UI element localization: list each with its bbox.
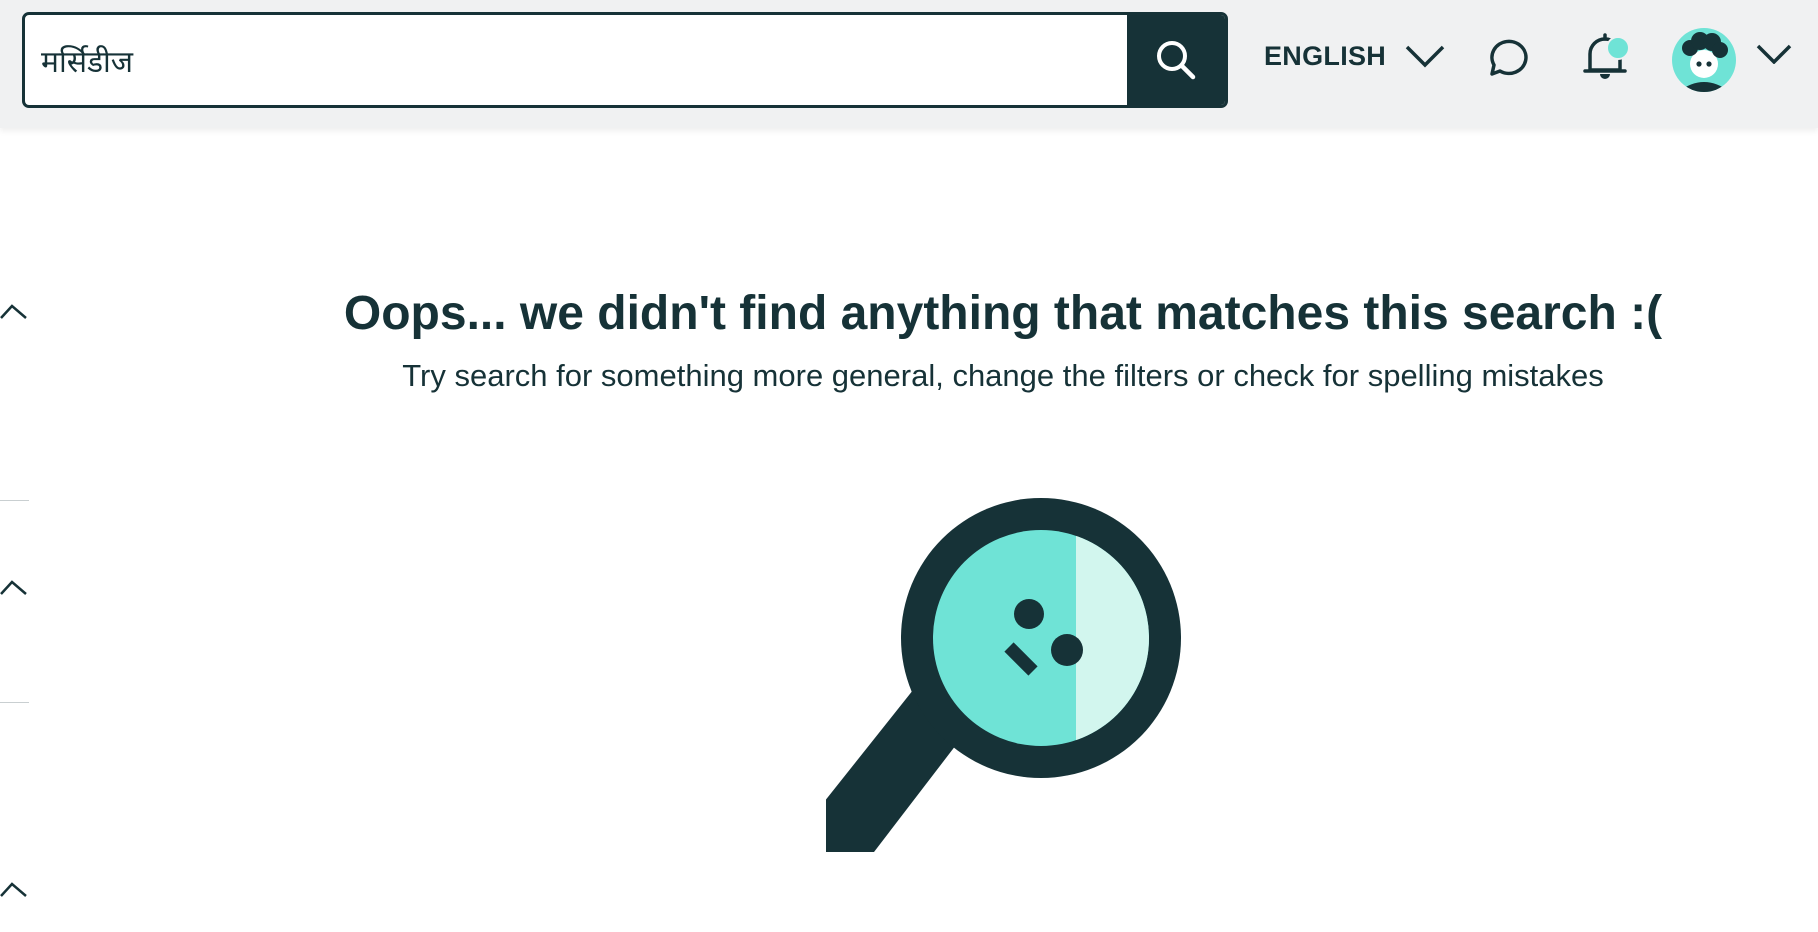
top-bar: ENGLISH	[0, 0, 1818, 128]
chat-icon	[1490, 39, 1528, 76]
search-icon	[1157, 41, 1196, 80]
filter-section-toggle[interactable]	[0, 880, 28, 903]
user-avatar-icon	[1672, 28, 1736, 92]
search-button[interactable]	[1127, 15, 1225, 105]
search-bar	[22, 12, 1228, 108]
chevron-up-icon	[0, 580, 27, 595]
language-selector[interactable]: ENGLISH	[1264, 36, 1446, 76]
empty-state-title: Oops... we didn't find anything that mat…	[343, 287, 1663, 340]
chat-button[interactable]	[1482, 34, 1528, 85]
chevron-down-icon	[1756, 44, 1792, 65]
search-input[interactable]	[25, 15, 1129, 105]
avatar[interactable]	[1672, 28, 1736, 97]
no-results-illustration	[824, 496, 1186, 861]
notification-badge	[1606, 36, 1630, 60]
empty-state-subtitle: Try search for something more general, c…	[402, 358, 1604, 393]
account-menu-toggle[interactable]	[1756, 44, 1792, 69]
section-divider	[0, 500, 29, 501]
chevron-up-icon	[0, 882, 27, 897]
filter-section-toggle[interactable]	[0, 578, 28, 601]
language-label: ENGLISH	[1264, 40, 1387, 71]
section-divider	[0, 702, 29, 703]
chevron-down-icon	[1405, 45, 1445, 68]
magnifying-glass-icon	[824, 498, 1181, 852]
